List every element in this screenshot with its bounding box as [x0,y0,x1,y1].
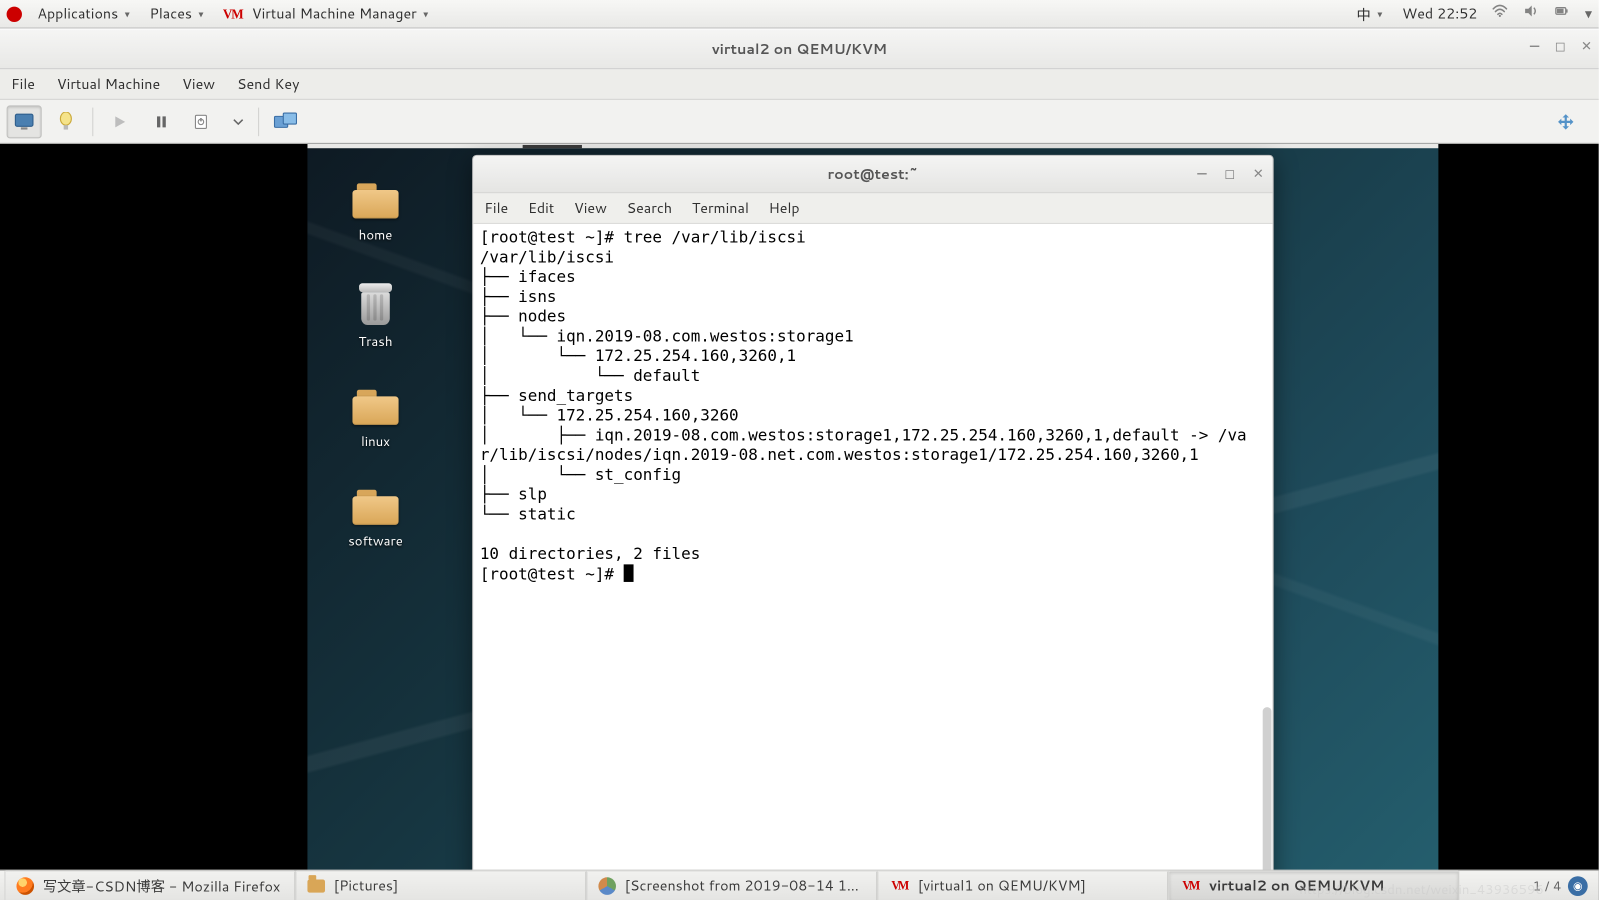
vmm-titlebar: virtual2 on QEMU/KVM — ◻ ✕ [0,30,1599,70]
terminal-output[interactable]: [root@test ~]# tree /var/lib/iscsi /var/… [473,224,1272,900]
taskbar-label: [Pictures] [334,876,398,896]
taskbar-label: [Screenshot from 2019-08-14 1... [625,876,859,896]
folder-icon [352,390,398,425]
taskbar-item-firefox[interactable]: 写文章-CSDN博客 - Mozilla Firefox [4,871,295,900]
taskbar-item-screenshot[interactable]: [Screenshot from 2019-08-14 1... [586,871,877,900]
terminal-title: root@test:~ [827,164,918,184]
chevron-down-icon: ▾ [199,7,204,21]
terminal-menu-edit[interactable]: Edit [528,198,554,218]
taskbar-label: [virtual1 on QEMU/KVM] [918,876,1086,896]
close-button[interactable]: ✕ [1581,36,1592,55]
guest-panel-thumb [523,145,582,148]
menu-view[interactable]: View [182,74,215,94]
firefox-icon [16,877,34,895]
applications-menu[interactable]: Applications ▾ [33,2,134,26]
vmm-window: virtual2 on QEMU/KVM — ◻ ✕ File Virtual … [0,29,1599,900]
terminal-cursor [624,564,634,582]
terminal-window: root@test:~ — ◻ ✕ File Edit View Search … [472,155,1274,900]
terminal-menu-terminal[interactable]: Terminal [692,198,749,218]
wifi-icon[interactable] [1493,3,1508,24]
places-menu[interactable]: Places ▾ [145,2,208,26]
vmm-title: virtual2 on QEMU/KVM [712,39,887,59]
terminal-menu-view[interactable]: View [574,198,607,218]
vmm-toolbar [0,100,1599,144]
terminal-menu-file[interactable]: File [484,198,508,218]
maximize-button[interactable]: ◻ [1555,36,1566,55]
workspace-pager[interactable]: 1 / 4 ◉ [1522,871,1599,900]
trash-icon [357,283,394,325]
taskbar-item-virtual2[interactable]: VM virtual2 on QEMU/KVM [1168,871,1459,900]
svg-text:VM: VM [223,6,244,21]
volume-icon[interactable] [1523,3,1538,24]
folder-icon [352,490,398,525]
shutdown-button[interactable] [186,105,221,138]
terminal-menubar: File Edit View Search Terminal Help [473,193,1272,224]
desktop-icons: home Trash linux software [343,183,409,550]
terminal-titlebar[interactable]: root@test:~ — ◻ ✕ [473,156,1272,193]
fullscreen-button[interactable] [1548,105,1583,138]
folder-icon [352,183,398,218]
folder-icon [307,877,325,895]
battery-icon[interactable] [1554,3,1569,24]
shutdown-dropdown[interactable] [227,105,249,138]
menu-file[interactable]: File [11,74,35,94]
minimize-button[interactable]: — [1530,36,1539,55]
terminal-close-button[interactable]: ✕ [1253,164,1264,183]
vm-display[interactable]: home Trash linux software [0,144,1599,900]
taskbar-item-virtual1[interactable]: VM [virtual1 on QEMU/KVM] [877,871,1168,900]
applications-label: Applications [37,4,118,24]
desktop-icon-label: linux [361,432,390,451]
menu-send-key[interactable]: Send Key [237,74,300,94]
vmm-menubar: File Virtual Machine View Send Key [0,69,1599,100]
desktop-icon-trash[interactable]: Trash [343,283,409,350]
vmm-icon: VM [1180,879,1200,892]
system-tray: 中 ▾ Wed 22:52 ▾ [1352,1,1592,27]
terminal-scrollbar[interactable] [1263,707,1272,883]
desktop-icon-linux[interactable]: linux [343,390,409,450]
details-button[interactable] [48,105,83,138]
run-button[interactable] [102,105,137,138]
terminal-menu-help[interactable]: Help [769,198,800,218]
clock[interactable]: Wed 22:52 [1402,4,1477,24]
chevron-down-icon: ▾ [125,7,130,21]
host-taskbar: 写文章-CSDN博客 - Mozilla Firefox [Pictures] … [0,870,1599,900]
pause-button[interactable] [144,105,179,138]
pager-label: 1 / 4 [1533,876,1562,895]
terminal-minimize-button[interactable]: — [1197,164,1206,183]
ime-indicator[interactable]: 中 ▾ [1352,1,1387,27]
terminal-maximize-button[interactable]: ◻ [1224,164,1235,183]
desktop-icon-label: home [359,225,393,244]
desktop-icon-home[interactable]: home [343,183,409,243]
taskbar-label: virtual2 on QEMU/KVM [1209,876,1384,896]
terminal-menu-search[interactable]: Search [627,198,672,218]
chevron-down-icon: ▾ [1377,7,1382,21]
desktop-icon-software[interactable]: software [343,490,409,550]
ime-label: 中 [1357,3,1371,25]
snapshot-button[interactable] [268,105,303,138]
guest-panel [307,144,1438,148]
image-viewer-icon [598,877,616,895]
vmm-icon: VM [889,879,909,892]
menu-virtual-machine[interactable]: Virtual Machine [57,74,160,94]
places-label: Places [149,4,191,24]
active-app-label: Virtual Machine Manager [252,4,417,24]
system-menu-icon[interactable]: ▾ [1585,4,1592,24]
host-topbar: Applications ▾ Places ▾ VM Virtual Machi… [0,0,1599,29]
taskbar-label: 写文章-CSDN博客 - Mozilla Firefox [43,875,280,897]
vmm-icon: VM [223,6,245,21]
active-app-menu[interactable]: VM Virtual Machine Manager ▾ [219,2,433,26]
desktop-icon-label: Trash [358,332,392,351]
redhat-icon [7,6,22,21]
console-button[interactable] [7,105,42,138]
chevron-down-icon: ▾ [423,7,428,21]
desktop-icon-label: software [348,531,403,550]
taskbar-item-pictures[interactable]: [Pictures] [295,871,586,900]
accessibility-icon[interactable]: ◉ [1568,876,1588,896]
